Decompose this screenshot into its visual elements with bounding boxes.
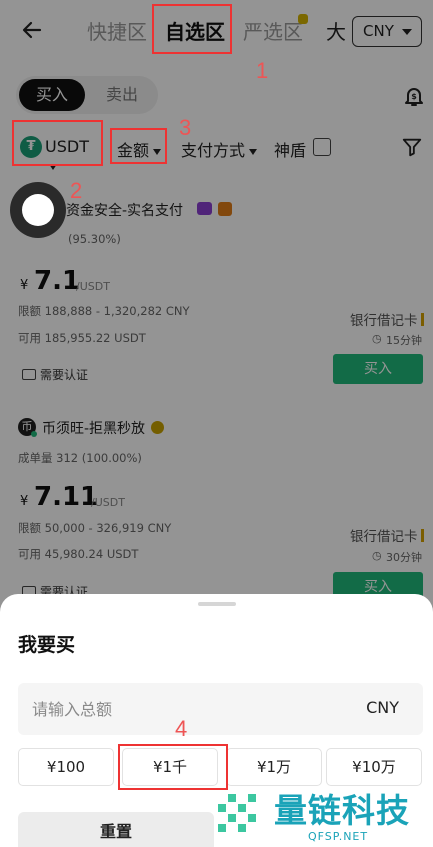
watermark-logo-icon [218,794,256,832]
annotation-number-2: 2 [70,178,83,203]
amount-currency: CNY [366,698,399,717]
annotation-number-3: 3 [179,115,192,140]
sheet-drag-handle[interactable] [198,602,236,606]
watermark: 量链科技 QFSP.NET [208,784,433,847]
quick-amount-10k[interactable]: ¥1万 [226,748,322,786]
reset-button[interactable]: 重置 [18,812,214,847]
p2p-screen: 快捷区 自选区 严选区 大 CNY 买入 卖出 $ ₮ USDT 金额 支付方式… [0,0,433,847]
quick-amount-100[interactable]: ¥100 [18,748,114,786]
annotation-box-3 [110,128,167,164]
amount-field[interactable]: CNY [18,683,423,735]
annotation-box-2 [12,120,103,166]
sheet-title: 我要买 [18,634,76,656]
quick-amount-100k[interactable]: ¥10万 [326,748,422,786]
annotation-box-1 [152,4,232,54]
floating-assistive-button[interactable] [10,182,66,238]
annotation-number-1: 1 [256,58,269,83]
annotation-number-4: 4 [175,716,188,741]
watermark-text: 量链科技 [274,791,410,830]
watermark-subtext: QFSP.NET [308,830,369,843]
floating-button-inner [22,194,54,226]
